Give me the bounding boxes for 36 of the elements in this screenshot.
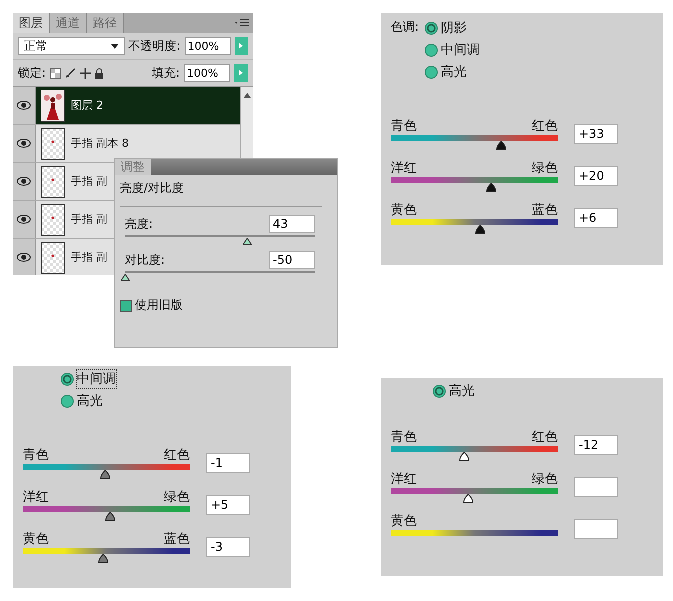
color-label: 青色	[23, 447, 49, 464]
color-label: 黄色	[391, 513, 417, 530]
color-label: 洋红	[391, 471, 417, 488]
color-label: 青色	[391, 118, 417, 135]
opacity-label: 不透明度:	[128, 38, 181, 54]
radio-label: 高光	[449, 383, 475, 400]
radio-label: 高光	[77, 393, 103, 410]
color-label: 洋红	[23, 489, 49, 506]
checkbox-label: 使用旧版	[135, 297, 183, 314]
tone-label: 色调:	[391, 19, 420, 36]
color-label: 黄色	[391, 202, 417, 219]
color-label: 红色	[532, 429, 558, 446]
color-label: 黄色	[23, 531, 49, 548]
radio-label: 阴影	[441, 20, 468, 37]
adjustment-title: 亮度/对比度	[119, 180, 186, 197]
slider-label: 亮度:	[125, 216, 154, 232]
fill-label: 填充:	[152, 64, 180, 82]
color-label: 蓝色	[532, 202, 558, 219]
color-label: 红色	[164, 447, 190, 464]
slider-label: 对比度:	[125, 252, 166, 268]
color-label: 绿色	[164, 489, 190, 506]
color-label: 红色	[532, 118, 558, 135]
layer-name: 手指 副本 8	[71, 136, 129, 151]
color-label: 绿色	[532, 471, 558, 488]
radio-label: 高光	[441, 64, 468, 81]
layer-name: 手指 副	[71, 250, 108, 265]
radio-label: 中间调	[441, 42, 480, 59]
layer-name: 手指 副	[71, 212, 108, 227]
lock-label: 锁定:	[18, 64, 46, 82]
layer-name: 图层 2	[71, 98, 104, 113]
color-label: 绿色	[532, 160, 558, 177]
layer-name: 手指 副	[71, 174, 108, 189]
radio-label: 中间调	[77, 370, 116, 388]
color-label: 洋红	[391, 160, 417, 177]
color-label: 青色	[391, 429, 417, 446]
color-label: 蓝色	[164, 531, 190, 548]
